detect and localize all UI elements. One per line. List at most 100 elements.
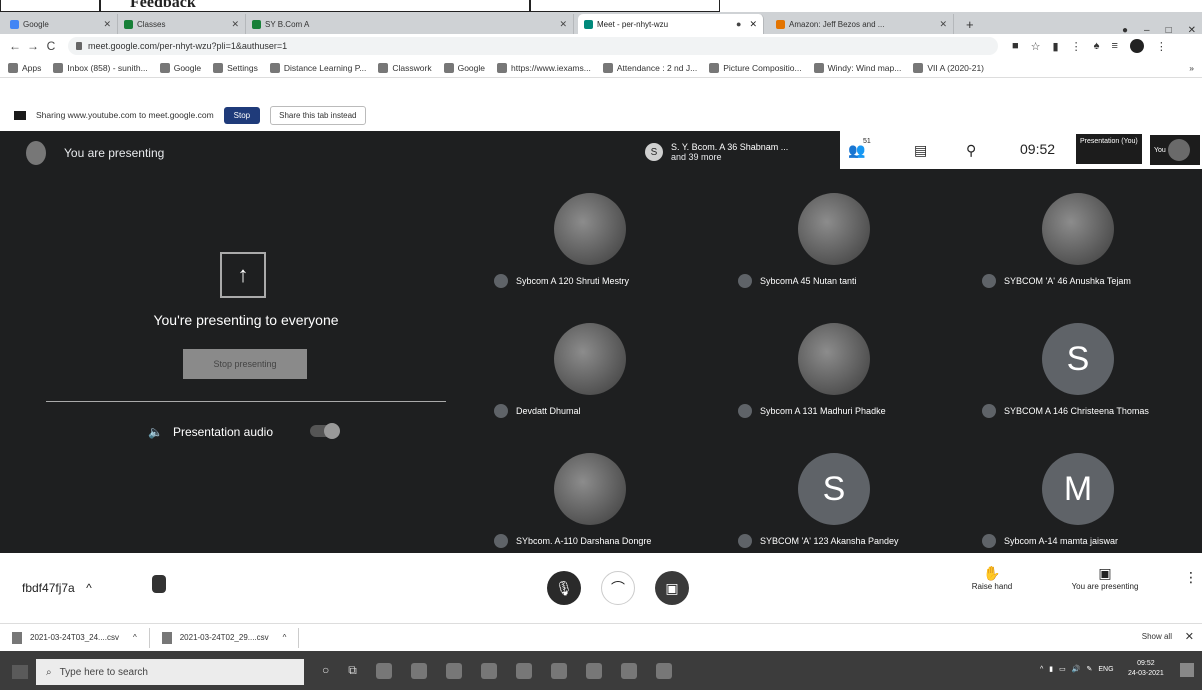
participant-tile[interactable]: Sybcom A 120 Shruti Mestry <box>474 187 704 323</box>
close-icon[interactable]: ✕ <box>231 19 239 30</box>
extension-icon[interactable]: ⋮ <box>1071 40 1082 53</box>
bookmark-item[interactable]: Windy: Wind map... <box>813 62 901 73</box>
bookmark-item[interactable]: Attendance : 2 nd J... <box>602 62 697 73</box>
tray-overflow-icon[interactable]: ^ <box>1040 666 1043 673</box>
bookmark-item[interactable]: Picture Compositio... <box>709 62 802 73</box>
url-input[interactable]: meet.google.com/per-nhyt-wzu?pli=1&authu… <box>68 37 998 55</box>
stop-presenting-button[interactable]: Stop presenting <box>183 349 307 379</box>
forward-icon[interactable]: → <box>24 39 42 53</box>
new-tab-button[interactable]: + <box>960 14 984 34</box>
bookmark-item[interactable]: VII A (2020-21) <box>913 62 984 73</box>
meet-header: You are presenting S S. Y. Bcom. A 36 Sh… <box>0 131 1202 175</box>
app-icon[interactable] <box>480 663 497 679</box>
network-icon[interactable]: ▮ <box>1049 665 1053 673</box>
show-all-downloads-button[interactable]: Show all <box>1142 632 1172 641</box>
extension-icon[interactable]: ▮ <box>1053 40 1059 53</box>
classroom-icon <box>913 62 924 73</box>
language-indicator[interactable]: ENG <box>1098 666 1113 673</box>
participant-count: 51 <box>863 138 871 145</box>
bookmark-item[interactable]: Google <box>159 62 201 73</box>
windows-start-icon[interactable] <box>12 665 28 679</box>
participant-tile[interactable]: SybcomA 45 Nutan tanti <box>718 187 948 323</box>
taskbar-search-input[interactable]: ⌕ Type here to search <box>36 659 304 685</box>
raise-hand-button[interactable]: ✋ Raise hand <box>968 565 1016 591</box>
participant-avatar <box>554 453 626 525</box>
back-icon[interactable]: ← <box>6 39 24 53</box>
edge-icon[interactable] <box>445 663 462 679</box>
volume-icon[interactable]: 🔊 <box>1072 665 1081 673</box>
activities-icon[interactable]: ⚲ <box>966 142 976 159</box>
participant-tile[interactable]: SYBCOM 'A' 46 Anushka Tejam <box>962 187 1192 323</box>
host-controls-shield-icon[interactable] <box>152 575 166 593</box>
pinned-participant[interactable]: S S. Y. Bcom. A 36 Shabnam ... and 39 mo… <box>645 135 788 169</box>
close-icon[interactable]: ✕ <box>103 19 111 30</box>
notification-center-icon[interactable] <box>1180 663 1194 677</box>
chevron-up-icon[interactable]: ^ <box>86 581 92 595</box>
cortana-icon[interactable]: ○ <box>322 663 329 679</box>
close-icon[interactable]: ✕ <box>749 19 757 30</box>
mic-off-icon: 🎙 <box>555 579 573 596</box>
chevron-up-icon[interactable]: ^ <box>133 633 137 642</box>
app-icon[interactable] <box>585 663 602 679</box>
share-this-tab-button[interactable]: Share this tab instead <box>270 105 366 125</box>
tab-classes[interactable]: Classes ✕ <box>118 14 246 34</box>
app-icon[interactable] <box>515 663 532 679</box>
tab-google[interactable]: Google ✕ <box>4 14 118 34</box>
bookmark-item[interactable]: https://www.iexams... <box>497 62 591 73</box>
present-now-button[interactable]: ▣ You are presenting <box>1050 565 1160 591</box>
taskbar-clock[interactable]: 09:52 24-03-2021 <box>1128 659 1164 679</box>
reload-icon[interactable]: C <box>42 39 60 53</box>
tab-sy-bcom[interactable]: SY B.Com A ✕ <box>246 14 574 34</box>
download-item[interactable]: 2021-03-24T03_24....csv ^ <box>0 627 150 648</box>
bookmark-item[interactable]: Classwork <box>378 62 432 73</box>
file-explorer-icon[interactable] <box>375 663 392 679</box>
bookmarks-bar: Apps Inbox (858) - sunith... Google Sett… <box>0 58 1202 78</box>
participant-tile[interactable]: S SYBCOM A 146 Christeena Thomas <box>962 317 1192 453</box>
camera-indicator-icon[interactable]: ■ <box>1012 40 1019 52</box>
leave-call-button[interactable]: ⌒ <box>601 571 635 605</box>
search-icon: ⌕ <box>46 666 52 678</box>
participant-tile[interactable]: Sybcom A 131 Madhuri Phadke <box>718 317 948 453</box>
self-tile[interactable]: You <box>1150 135 1200 165</box>
bookmark-item[interactable]: Settings <box>213 62 258 73</box>
close-icon[interactable]: ✕ <box>559 19 567 30</box>
app-icon[interactable] <box>620 663 637 679</box>
mic-toggle-button[interactable]: 🎙 <box>547 571 581 605</box>
close-icon[interactable]: ✕ <box>1185 630 1194 643</box>
download-item[interactable]: 2021-03-24T02_29....csv ^ <box>150 627 300 648</box>
chat-icon[interactable]: ▤ <box>914 142 927 159</box>
more-options-icon[interactable]: ⋮ <box>1184 569 1198 586</box>
meet-header-tools: 👥 51 ▤ ⚲ 09:52 Presentation (You) You <box>840 131 1202 169</box>
tab-amazon[interactable]: Amazon: Jeff Bezos and ... ✕ <box>770 14 954 34</box>
extension-icon[interactable]: ♠ <box>1094 40 1100 52</box>
doc-table-cell <box>530 0 720 12</box>
pen-icon[interactable]: ✎ <box>1087 665 1093 673</box>
task-view-icon[interactable]: ⧉ <box>348 663 357 679</box>
camera-toggle-button[interactable]: ▣ <box>655 571 689 605</box>
store-icon[interactable] <box>410 663 427 679</box>
tab-label: Meet - per-nhyt-wzu <box>597 19 669 29</box>
taskbar-apps: ○ ⧉ <box>322 663 672 679</box>
camera-off-icon: ▣ <box>665 579 679 596</box>
chrome-icon[interactable] <box>550 663 567 679</box>
star-icon[interactable]: ☆ <box>1031 40 1041 53</box>
participant-tile[interactable]: Devdatt Dhumal <box>474 317 704 453</box>
profile-avatar-icon[interactable] <box>1129 39 1144 53</box>
more-bookmarks-icon[interactable]: » <box>1189 63 1194 73</box>
bookmark-item[interactable]: Google <box>443 62 485 73</box>
bookmark-icon <box>269 62 280 73</box>
reading-list-icon[interactable]: ≡ <box>1111 40 1117 52</box>
meeting-code[interactable]: fbdf47fj7a ^ <box>22 581 92 595</box>
bookmark-item[interactable]: Distance Learning P... <box>269 62 366 73</box>
tab-meet[interactable]: Meet - per-nhyt-wzu ● ✕ <box>578 14 764 34</box>
menu-icon[interactable]: ⋮ <box>1156 40 1167 53</box>
presentation-tile-mini[interactable]: Presentation (You) <box>1076 134 1142 164</box>
app-icon[interactable] <box>655 663 672 679</box>
stop-sharing-button[interactable]: Stop <box>223 106 261 124</box>
presentation-audio-toggle[interactable] <box>310 423 340 439</box>
battery-icon[interactable]: ▭ <box>1059 665 1066 673</box>
chevron-up-icon[interactable]: ^ <box>283 633 287 642</box>
close-icon[interactable]: ✕ <box>939 19 947 30</box>
bookmark-item[interactable]: Apps <box>8 62 41 73</box>
bookmark-item[interactable]: Inbox (858) - sunith... <box>53 62 148 73</box>
